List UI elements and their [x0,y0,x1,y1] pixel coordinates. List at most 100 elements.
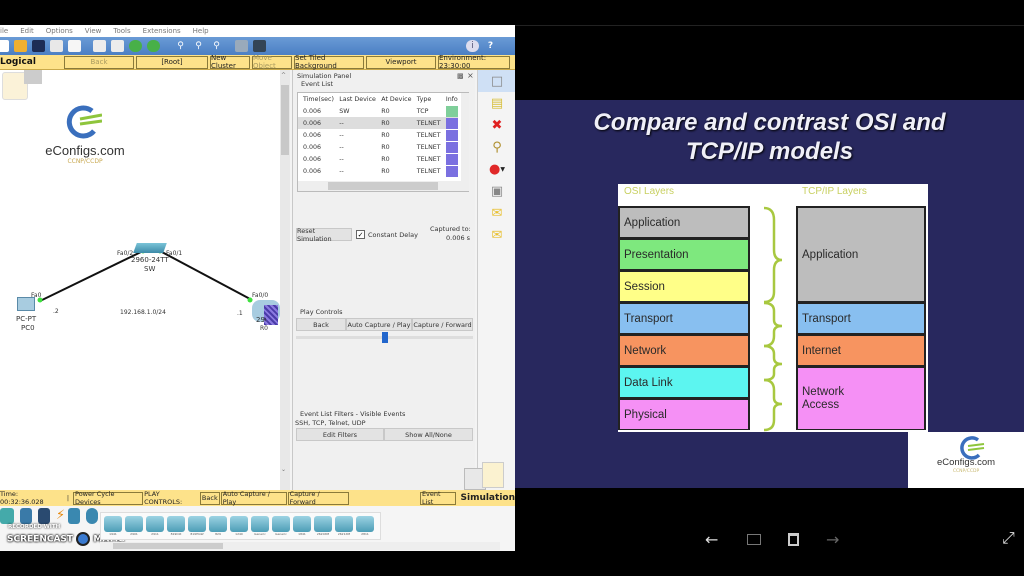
col-at-device[interactable]: At Device [376,93,411,105]
col-info[interactable]: Info [441,93,458,105]
power-cycle-button[interactable]: Power Cycle Devices [73,490,144,506]
close-panel-icon[interactable]: × [467,71,474,80]
switch-device[interactable] [133,243,167,253]
note-icon[interactable]: ▤ [478,92,515,114]
device-model-item[interactable]: 819IOX [167,516,185,536]
misc-icon[interactable] [68,508,81,524]
col-last-device[interactable]: Last Device [334,93,376,105]
event-row[interactable]: 0.006 -- R0 TELNET [298,165,458,177]
help-icon[interactable]: ? [484,40,497,52]
simple-pdu-icon[interactable]: ✉ [478,202,515,224]
col-time[interactable]: Time(sec) [298,93,334,105]
device-model-item[interactable]: 819HGW [188,516,206,536]
constant-delay-checkbox[interactable]: ✓ [356,230,365,239]
viewport-button[interactable]: Viewport [366,55,436,69]
custom-device-icon[interactable] [253,40,266,52]
save-icon[interactable] [32,40,45,52]
paste-icon[interactable] [111,40,124,52]
event-info[interactable] [441,105,458,117]
event-list-vscrollbar[interactable] [461,93,469,181]
redo-icon[interactable] [147,40,160,52]
menu-tools[interactable]: Tools [113,27,130,35]
inspect-icon[interactable]: ⚲ [478,136,515,158]
device-model-item[interactable]: 829 [209,516,227,536]
menu-extensions[interactable]: Extensions [143,27,181,35]
menu-view[interactable]: View [85,27,102,35]
show-all-none-button[interactable]: Show All/None [384,428,473,441]
complex-pdu-icon[interactable]: ✉ [478,224,515,246]
device-model-item[interactable]: 2620XM [314,516,332,536]
device-model-item[interactable]: 1941 [104,516,122,536]
menu-help[interactable]: Help [193,27,209,35]
undo-icon[interactable] [129,40,142,52]
device-model-item[interactable]: 2911 [146,516,164,536]
device-list-hscroll-thumb[interactable] [113,543,223,549]
event-color-swatch[interactable] [445,165,458,177]
status-auto-capture-button[interactable]: Auto Capture / Play [220,490,287,506]
workspace-vscroll-thumb[interactable] [281,85,289,155]
open-icon[interactable] [14,40,27,52]
activity-wizard-icon[interactable] [68,40,81,52]
new-icon[interactable] [0,40,9,52]
event-row[interactable]: 0.006 -- R0 TELNET [298,153,458,165]
device-model-item[interactable]: 2621XM [335,516,353,536]
scroll-up-icon[interactable]: ^ [281,72,286,79]
pc-device[interactable] [17,297,35,311]
event-color-swatch[interactable] [445,153,458,165]
event-info[interactable] [441,153,458,165]
trash-icon[interactable] [788,533,799,546]
auto-capture-play-button[interactable]: Auto Capture / Play [346,318,412,331]
root-button[interactable]: [Root] [136,55,208,69]
select-icon[interactable]: □ [478,70,515,92]
network-devices-icon[interactable] [0,508,14,524]
info-icon[interactable]: i [466,40,479,52]
event-info[interactable] [441,141,458,153]
palette-icon[interactable] [235,40,248,52]
status-capture-forward-button[interactable]: Capture / Forward [287,490,349,506]
device-model-item[interactable]: 2811 [356,516,374,536]
device-model-item[interactable]: 2901 [125,516,143,536]
menu-edit[interactable]: Edit [20,27,34,35]
speed-slider-thumb[interactable] [381,332,388,343]
reset-simulation-button[interactable]: Reset Simulation [296,227,352,243]
event-color-swatch[interactable] [445,105,458,117]
back-arrow-icon[interactable]: ← [705,530,718,549]
play-back-button[interactable]: Back [296,318,346,331]
capture-forward-button[interactable]: Capture / Forward [412,318,473,331]
event-list-toggle-button[interactable]: Event List [419,490,456,506]
print-icon[interactable] [50,40,63,52]
col-type[interactable]: Type [412,93,441,105]
menu-file[interactable]: ile [0,27,8,35]
zoom-reset-icon[interactable]: ⚲ [192,40,205,52]
menu-options[interactable]: Options [46,27,73,35]
device-model-item[interactable]: 1841 [293,516,311,536]
device-model-item[interactable]: Generic [251,516,269,536]
resize-icon[interactable]: ▣ [478,180,515,202]
back-button[interactable]: Back [64,55,134,69]
event-color-swatch[interactable] [445,117,458,129]
device-model-item[interactable]: Generic [272,516,290,536]
scroll-down-icon[interactable]: ⌄ [281,466,286,473]
event-row[interactable]: 0.006 SW R0 TCP [298,105,458,117]
connections-icon[interactable]: ⚡ [56,508,65,524]
simulation-mode-icon[interactable] [482,462,504,488]
event-color-swatch[interactable] [445,129,458,141]
device-model-item[interactable]: 1240 [230,516,248,536]
event-row[interactable]: 0.006 -- R0 TELNET [298,141,458,153]
forward-arrow-icon[interactable]: → [826,530,839,549]
zoom-in-icon[interactable]: ⚲ [174,40,187,52]
environment-button[interactable]: Environment: 23:30:00 [438,54,510,70]
event-info[interactable] [441,129,458,141]
draw-shape-icon[interactable]: ● ▼ [478,158,515,180]
multiuser-icon[interactable] [86,508,99,524]
zoom-out-icon[interactable]: ⚲ [210,40,223,52]
undock-icon[interactable]: ▩ [457,72,464,80]
move-object-button[interactable]: Move Object [252,54,292,70]
event-row[interactable]: 0.006 -- R0 TELNET [298,129,458,141]
set-tiled-background-button[interactable]: Set Tiled Background [294,54,364,70]
logical-workspace[interactable]: eConfigs.com CCNP/CCDP Fa0/2 Fa0/1 2960-… [0,70,290,490]
event-info[interactable] [441,165,458,177]
end-devices-icon[interactable] [20,508,32,524]
slide-icon[interactable] [747,534,761,545]
components-icon[interactable] [38,508,50,524]
